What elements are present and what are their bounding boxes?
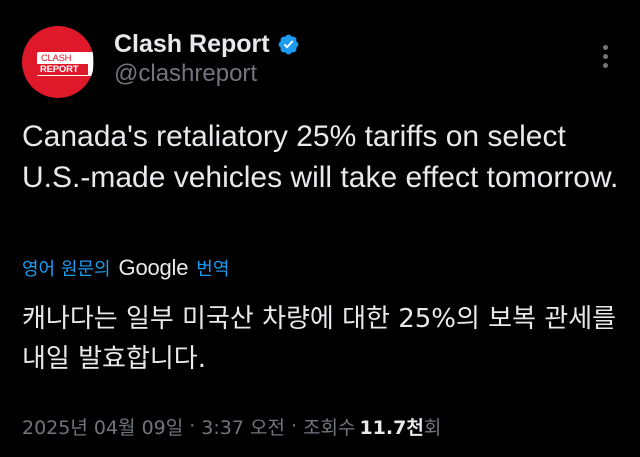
clash-report-logo: CLASH REPORT	[37, 52, 93, 76]
author-name-row: Clash Report	[114, 28, 300, 60]
avatar[interactable]: CLASH REPORT	[22, 26, 94, 98]
more-options-icon[interactable]	[596, 42, 616, 70]
views-suffix: 회	[423, 416, 442, 439]
translated-text: 캐나다는 일부 미국산 차량에 대한 25%의 보복 관세를 내일 발효합니다.	[22, 304, 617, 374]
author-handle[interactable]: @clashreport	[114, 60, 257, 88]
separator: ·	[290, 415, 297, 437]
tweet-text: Canada's retaliatory 25% tariffs on sele…	[22, 120, 619, 194]
translation-suffix[interactable]: 번역	[196, 255, 229, 281]
translation-prefix[interactable]: 영어 원문의	[22, 255, 111, 281]
logo-text-top: CLASH	[41, 53, 72, 64]
tweet-time[interactable]: 3:37 오전	[201, 413, 285, 440]
tweet-metadata: 2025년 04월 09일 · 3:37 오전 · 조회수 11.7천 회	[22, 409, 441, 443]
translation-attribution[interactable]: 영어 원문의 Google 번역	[22, 253, 229, 283]
views-label: 조회수	[303, 416, 356, 439]
author-display-name[interactable]: Clash Report	[114, 30, 270, 59]
verified-badge-icon[interactable]	[277, 33, 300, 56]
views-count[interactable]: 11.7천	[359, 413, 423, 440]
tweet-date[interactable]: 2025년 04월 09일	[22, 413, 183, 440]
separator: ·	[189, 415, 196, 437]
logo-text-bottom: REPORT	[37, 64, 88, 75]
google-logo: Google	[118, 255, 189, 280]
